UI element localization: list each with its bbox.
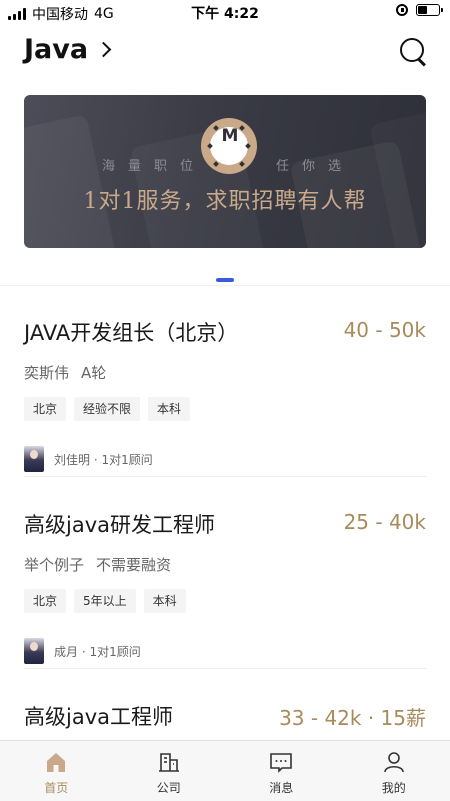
banner-slogan-left: 海量职位 [102,155,206,174]
job-title: 高级java工程师 [24,701,173,731]
tag-location: 北京 [24,589,66,613]
banner-slogan-right: 任你选 [276,155,354,174]
pager-dot-active[interactable] [216,278,234,282]
tab-company[interactable]: 公司 [113,741,226,801]
tag-experience: 5年以上 [74,589,136,613]
tab-home[interactable]: 首页 [0,741,113,801]
card-divider [24,668,426,669]
tag-education: 本科 [144,589,186,613]
tag-location: 北京 [24,397,66,421]
tag-experience: 经验不限 [74,397,140,421]
recruiter-info: 成月 · 1对1顾问 [24,638,141,664]
header: Java [0,30,450,74]
search-icon[interactable] [400,38,428,66]
battery-icon [416,4,440,16]
profile-icon [382,750,406,774]
promo-banner[interactable]: M 海量职位 任你选 1对1服务，求职招聘有人帮 [24,95,426,248]
tab-label: 我的 [338,779,450,796]
job-tags: 北京 5年以上 本科 [24,589,186,613]
job-tags: 北京 经验不限 本科 [24,397,190,421]
city-label: Java [24,34,88,65]
orientation-lock-icon [396,4,408,16]
tab-messages[interactable]: 消息 [225,741,338,801]
section-divider [0,285,450,286]
job-title: 高级java研发工程师 [24,509,215,539]
funding-stage: 不需要融资 [96,556,171,574]
tab-profile[interactable]: 我的 [338,741,450,801]
funding-stage: A轮 [81,364,106,382]
company-icon [157,750,181,774]
job-salary: 33 - 42k · 15薪 [279,702,426,731]
company-name: 举个例子 [24,556,84,574]
tab-label: 消息 [225,779,338,796]
message-icon [269,750,293,774]
brand-logo: M [201,118,257,174]
recruiter-name: 刘佳明 · 1对1顾问 [54,451,153,468]
job-title: JAVA开发组长（北京） [24,317,238,347]
job-salary: 25 - 40k [344,510,426,534]
job-company: 奕斯伟 A轮 [24,362,106,383]
recruiter-info: 刘佳明 · 1对1顾问 [24,446,153,472]
avatar [24,446,44,472]
company-name: 奕斯伟 [24,364,69,382]
tab-label: 公司 [113,779,226,796]
chevron-right-icon [96,42,112,58]
carousel-pager [0,267,450,286]
clock: 下午 4:22 [0,3,450,23]
tag-education: 本科 [148,397,190,421]
bottom-tab-bar: 首页 公司 消息 我的 [0,740,450,801]
job-company: 举个例子不需要融资 [24,554,171,575]
job-salary: 40 - 50k [344,318,426,342]
avatar [24,638,44,664]
job-card[interactable]: 高级java工程师 33 - 42k · 15薪 [24,701,426,737]
card-divider [24,476,426,477]
recruiter-name: 成月 · 1对1顾问 [54,643,141,660]
status-bar: 中国移动 4G 下午 4:22 [0,0,450,24]
job-card[interactable]: JAVA开发组长（北京） 40 - 50k 奕斯伟 A轮 北京 经验不限 本科 刘… [24,317,426,467]
job-card[interactable]: 高级java研发工程师 25 - 40k 举个例子不需要融资 北京 5年以上 本… [24,509,426,659]
tab-label: 首页 [0,779,113,796]
banner-title: 1对1服务，求职招聘有人帮 [24,183,426,215]
city-selector[interactable]: Java [24,34,109,65]
home-icon [44,750,68,774]
